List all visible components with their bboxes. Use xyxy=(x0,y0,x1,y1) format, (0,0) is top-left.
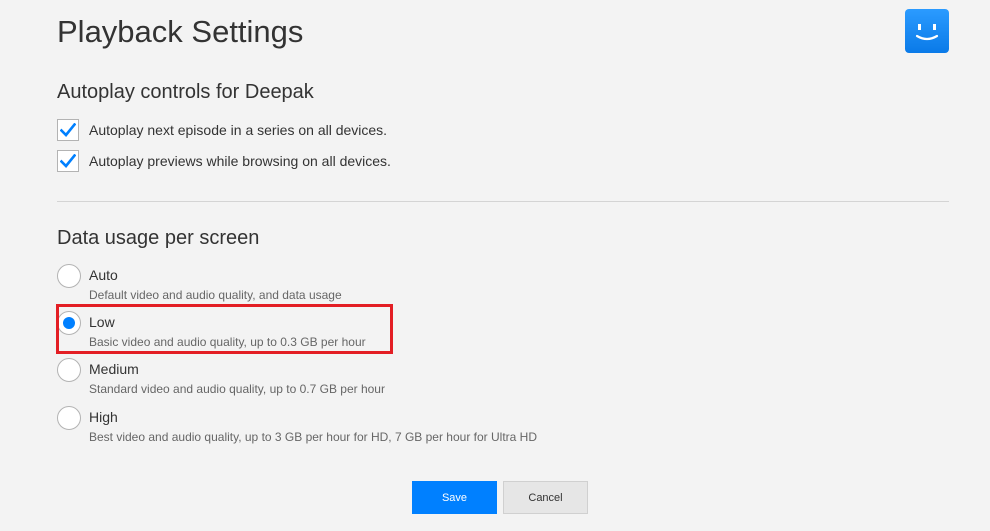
profile-avatar[interactable] xyxy=(905,9,949,53)
data-usage-heading: Data usage per screen xyxy=(57,227,260,249)
checkmark-icon xyxy=(60,123,76,137)
radio-medium-description: Standard video and audio quality, up to … xyxy=(89,382,385,396)
autoplay-previews-option[interactable]: Autoplay previews while browsing on all … xyxy=(57,148,391,174)
checkmark-icon xyxy=(60,154,76,168)
save-button[interactable]: Save xyxy=(412,481,497,514)
radio-high-title: High xyxy=(89,409,118,425)
autoplay-next-episode-checkbox[interactable] xyxy=(57,119,79,141)
page-title: Playback Settings xyxy=(57,14,304,49)
radio-auto[interactable] xyxy=(57,264,81,288)
smiley-avatar-icon xyxy=(915,24,939,41)
autoplay-next-episode-label: Autoplay next episode in a series on all… xyxy=(89,122,388,138)
autoplay-heading: Autoplay controls for Deepak xyxy=(57,81,314,103)
autoplay-next-episode-option[interactable]: Autoplay next episode in a series on all… xyxy=(57,117,387,143)
radio-high-description: Best video and audio quality, up to 3 GB… xyxy=(89,430,538,444)
radio-high[interactable] xyxy=(57,406,81,430)
radio-auto-title: Auto xyxy=(89,267,118,283)
radio-medium[interactable] xyxy=(57,358,81,382)
radio-auto-description: Default video and audio quality, and dat… xyxy=(89,288,342,302)
radio-medium-title: Medium xyxy=(89,361,139,377)
selection-highlight-box xyxy=(56,304,393,354)
autoplay-previews-label: Autoplay previews while browsing on all … xyxy=(89,153,391,169)
cancel-button[interactable]: Cancel xyxy=(503,481,588,514)
section-divider xyxy=(57,201,949,202)
autoplay-previews-checkbox[interactable] xyxy=(57,150,79,172)
